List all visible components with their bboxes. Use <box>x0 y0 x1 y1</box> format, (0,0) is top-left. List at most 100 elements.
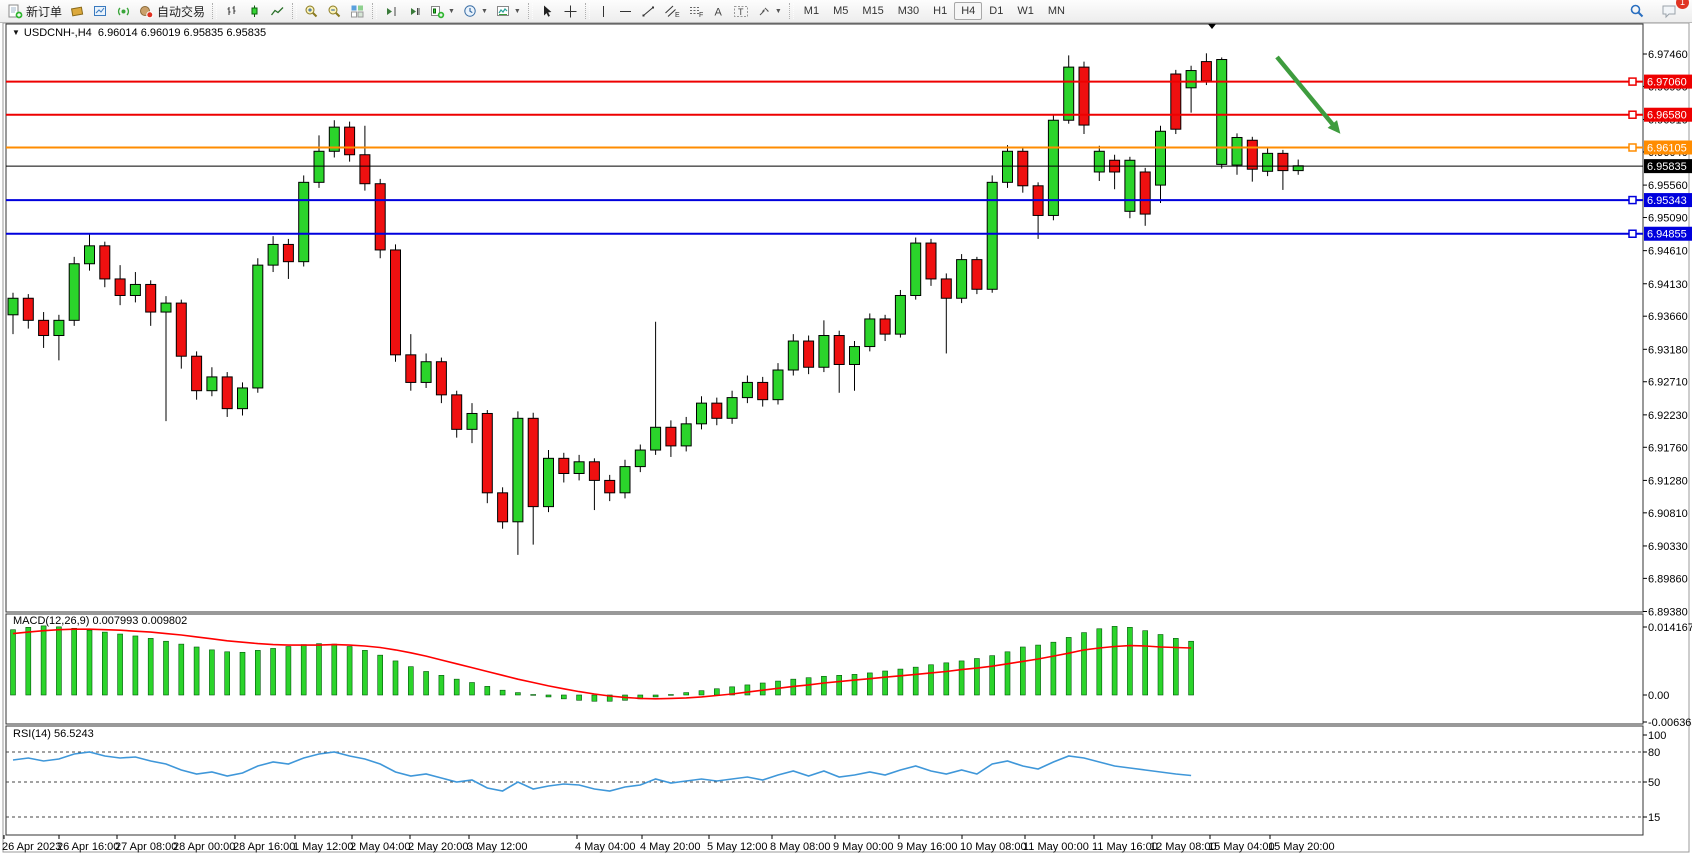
svg-text:12 May 08:00: 12 May 08:00 <box>1150 841 1217 853</box>
zoom-in-button[interactable] <box>300 1 323 21</box>
equidistant-channel-icon: E <box>664 4 680 19</box>
svg-text:5 May 12:00: 5 May 12:00 <box>707 841 768 853</box>
toolbar-group-trade: 新订单 自动交易 <box>4 0 209 22</box>
svg-text:A: A <box>714 6 722 18</box>
svg-text:6.92710: 6.92710 <box>1648 377 1688 389</box>
chart-shift-icon <box>384 4 399 19</box>
text-icon: A <box>712 4 725 19</box>
svg-text:2 May 04:00: 2 May 04:00 <box>350 841 411 853</box>
chart-window: 6.974606.969906.965106.960406.955606.950… <box>0 23 1692 854</box>
periods-dropdown[interactable]: ▼ <box>459 1 492 21</box>
chart-title: ▼ USDCNH-,H4 6.96014 6.96019 6.95835 6.95… <box>12 27 266 39</box>
text-label-tool[interactable]: T <box>729 1 753 21</box>
svg-text:15 May 20:00: 15 May 20:00 <box>1268 841 1335 853</box>
svg-text:26 Apr 2023: 26 Apr 2023 <box>2 841 61 853</box>
svg-text:6.94610: 6.94610 <box>1648 246 1688 258</box>
timeframe-button-M30[interactable]: M30 <box>891 2 926 20</box>
crosshair-icon <box>563 4 578 19</box>
bar-chart-mode-button[interactable] <box>220 1 243 21</box>
line-chart-mode-button[interactable] <box>266 1 289 21</box>
timeframe-button-H1[interactable]: H1 <box>926 2 954 20</box>
vertical-line-tool[interactable] <box>593 1 614 21</box>
notification-badge[interactable]: 1 <box>1676 0 1689 9</box>
template-icon <box>496 4 511 19</box>
crosshair-tool-button[interactable] <box>559 1 582 21</box>
svg-text:6.95090: 6.95090 <box>1648 213 1688 225</box>
time-axis[interactable]: 26 Apr 202326 Apr 16:0027 Apr 08:0028 Ap… <box>2 835 1335 853</box>
new-order-button[interactable]: 新订单 <box>4 1 66 21</box>
svg-text:10 May 08:00: 10 May 08:00 <box>960 841 1027 853</box>
trendline-tool[interactable] <box>637 1 660 21</box>
svg-text:-0.006363: -0.006363 <box>1648 717 1692 729</box>
timeframe-button-D1[interactable]: D1 <box>982 2 1010 20</box>
line-chart-icon <box>270 4 285 19</box>
svg-text:6.95560: 6.95560 <box>1648 180 1688 192</box>
bar-chart-icon <box>224 4 239 19</box>
chart-profile-button[interactable] <box>66 1 89 21</box>
svg-text:0.014167: 0.014167 <box>1648 622 1692 634</box>
rsi-indicator-label: RSI(14) 56.5243 <box>13 728 94 740</box>
clock-icon <box>463 4 478 19</box>
toolbar-separator <box>528 3 533 19</box>
shapes-dropdown[interactable]: ▼ <box>753 1 786 21</box>
zoom-out-button[interactable] <box>323 1 346 21</box>
horizontal-line-tool[interactable] <box>614 1 637 21</box>
cursor-icon <box>540 4 555 19</box>
timeframe-button-M15[interactable]: M15 <box>855 2 890 20</box>
svg-text:6.96105: 6.96105 <box>1647 142 1687 154</box>
svg-text:F: F <box>699 12 703 19</box>
open-chart-window-button[interactable] <box>89 1 112 21</box>
svg-text:8 May 08:00: 8 May 08:00 <box>770 841 831 853</box>
price-axis[interactable]: 6.974606.969906.965106.960406.955606.950… <box>1643 49 1688 619</box>
svg-text:6.92230: 6.92230 <box>1648 410 1688 422</box>
search-button[interactable] <box>1625 1 1649 21</box>
toolbar-separator <box>789 3 794 19</box>
toolbar-separator <box>585 3 590 19</box>
dropdown-caret: ▼ <box>448 8 455 15</box>
auto-scroll-icon <box>407 4 422 19</box>
templates-dropdown[interactable]: ▼ <box>492 1 525 21</box>
fibonacci-tool[interactable]: F <box>684 1 708 21</box>
svg-text:6.90810: 6.90810 <box>1648 508 1688 520</box>
text-tool[interactable]: A <box>708 1 729 21</box>
toolbar-separator <box>292 3 297 19</box>
chart-symbol-period: USDCNH-,H4 <box>24 27 92 39</box>
cursor-tool-button[interactable] <box>536 1 559 21</box>
svg-text:11 May 16:00: 11 May 16:00 <box>1092 841 1158 853</box>
macd-indicator-label: MACD(12,26,9) 0.007993 0.009802 <box>13 615 187 627</box>
signals-button[interactable] <box>112 1 135 21</box>
svg-text:4 May 04:00: 4 May 04:00 <box>575 841 636 853</box>
candle-chart-mode-button[interactable] <box>243 1 266 21</box>
search-icon <box>1629 3 1645 19</box>
svg-text:28 Apr 00:00: 28 Apr 00:00 <box>173 841 235 853</box>
svg-text:6.91280: 6.91280 <box>1648 475 1688 487</box>
timeframe-group: M1M5M15M30H1H4D1W1MN <box>797 0 1072 22</box>
autotrading-button[interactable]: 自动交易 <box>135 1 209 21</box>
timeframe-button-MN[interactable]: MN <box>1041 2 1072 20</box>
fibonacci-icon: F <box>688 4 704 19</box>
toolbar-separator <box>212 3 217 19</box>
svg-text:15: 15 <box>1648 812 1660 824</box>
timeframe-button-M5[interactable]: M5 <box>826 2 855 20</box>
zoom-out-icon <box>327 4 342 19</box>
timeframe-button-H4[interactable]: H4 <box>954 2 982 20</box>
chart-profile-icon <box>70 4 85 19</box>
chart-shift-button[interactable] <box>380 1 403 21</box>
svg-text:2 May 20:00: 2 May 20:00 <box>408 841 469 853</box>
chart-ohlc-values: 6.96014 6.96019 6.95835 6.95835 <box>98 27 266 39</box>
dropdown-caret: ▼ <box>514 8 521 15</box>
timeframe-button-M1[interactable]: M1 <box>797 2 826 20</box>
auto-scroll-button[interactable] <box>403 1 426 21</box>
toolbar-right: 1 <box>1625 1 1688 21</box>
new-order-label: 新订单 <box>26 3 62 20</box>
svg-text:27 Apr 08:00: 27 Apr 08:00 <box>115 841 177 853</box>
svg-text:80: 80 <box>1648 747 1660 759</box>
chart-canvas[interactable]: 6.974606.969906.965106.960406.955606.950… <box>0 23 1692 854</box>
new-chart-dropdown[interactable]: ▼ <box>426 1 459 21</box>
svg-text:6.91760: 6.91760 <box>1648 442 1688 454</box>
chat-bubble-icon <box>1661 3 1678 19</box>
chart-menu-caret[interactable]: ▼ <box>12 28 20 37</box>
timeframe-button-W1[interactable]: W1 <box>1010 2 1041 20</box>
equidistant-channel-tool[interactable]: E <box>660 1 684 21</box>
tile-windows-button[interactable] <box>346 1 369 21</box>
